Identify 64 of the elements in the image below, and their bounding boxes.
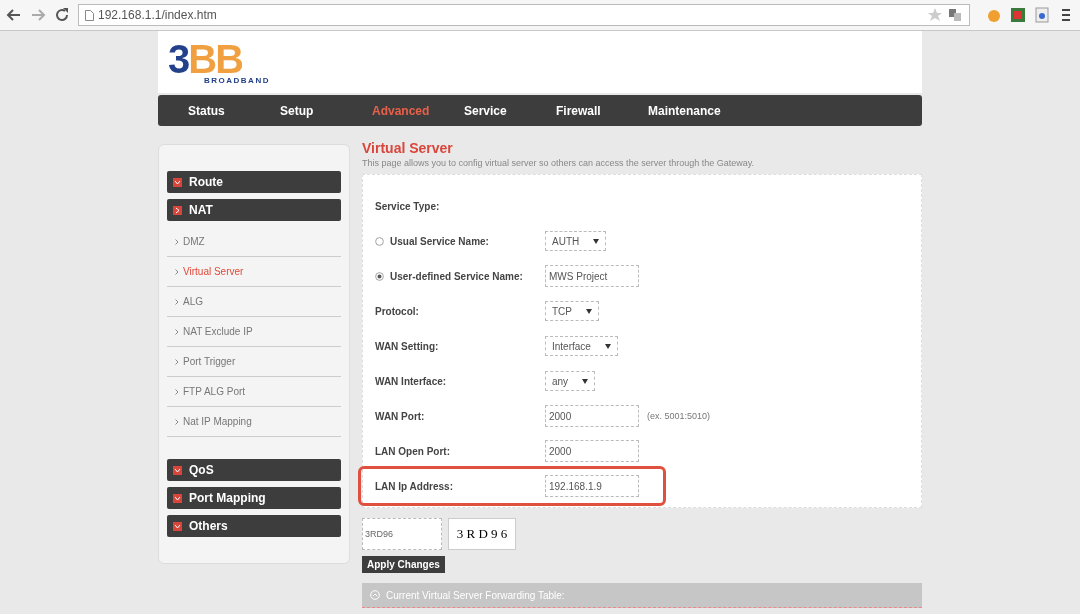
chevron-icon bbox=[175, 359, 179, 365]
chevron-icon bbox=[175, 239, 179, 245]
field-label: WAN Port: bbox=[375, 410, 425, 422]
page-description: This page allows you to config virtual server so others can access the server through the Gateway. bbox=[362, 158, 756, 168]
dropdown[interactable]: TCP bbox=[545, 301, 599, 321]
caret-icon bbox=[593, 238, 600, 244]
nav-tab[interactable]: Service bbox=[464, 103, 556, 118]
nav-tab[interactable]: Setup bbox=[280, 103, 372, 118]
caret-icon bbox=[604, 343, 611, 349]
logo-tagline: BROADBAND bbox=[204, 77, 270, 85]
address-bar[interactable]: 192.168.1.1/index.htm bbox=[78, 4, 970, 26]
radio-button[interactable] bbox=[375, 236, 384, 246]
page-icon bbox=[85, 9, 94, 21]
input-field[interactable]: 2000 bbox=[545, 405, 639, 427]
expand-icon bbox=[370, 590, 380, 600]
sidebar-item[interactable]: Port Trigger bbox=[167, 347, 341, 377]
extension-icon[interactable] bbox=[1034, 7, 1050, 23]
captcha-image: 3 R D 9 6 bbox=[448, 518, 516, 550]
dropdown[interactable]: any bbox=[545, 371, 596, 391]
field-label: Protocol: bbox=[375, 305, 419, 317]
dropdown[interactable]: AUTH bbox=[545, 231, 607, 251]
url-text: 192.168.1.1/index.htm bbox=[98, 8, 217, 22]
sidebar-item[interactable]: NAT Exclude IP bbox=[167, 317, 341, 347]
chevron-icon bbox=[175, 419, 179, 425]
radio-button[interactable] bbox=[375, 271, 384, 281]
field-label: LAN Ip Address: bbox=[375, 480, 453, 492]
input-field[interactable]: MWS Project bbox=[545, 265, 639, 287]
chevron-icon bbox=[175, 269, 179, 275]
dropdown[interactable]: Interface bbox=[545, 336, 618, 356]
reload-icon[interactable] bbox=[54, 7, 70, 23]
sidebar-item[interactable]: DMZ bbox=[167, 227, 341, 257]
sidebar-group[interactable]: Port Mapping bbox=[167, 487, 341, 509]
input-field[interactable]: 192.168.1.9 bbox=[545, 475, 639, 497]
sidebar-group[interactable]: Route bbox=[167, 171, 341, 193]
field-label: User-defined Service Name: bbox=[390, 270, 523, 282]
nav-tab[interactable]: Firewall bbox=[556, 103, 648, 118]
field-hint: (ex. 5001:5010) bbox=[647, 411, 711, 421]
field-label: LAN Open Port: bbox=[375, 445, 450, 457]
page-title: Virtual Server bbox=[362, 140, 454, 156]
chevron-icon bbox=[175, 389, 179, 395]
sidebar-item[interactable]: Nat IP Mapping bbox=[167, 407, 341, 437]
nav-tab[interactable]: Status bbox=[188, 103, 280, 118]
field-label: Usual Service Name: bbox=[390, 235, 489, 247]
sidebar-item[interactable]: ALG bbox=[167, 287, 341, 317]
chevron-icon bbox=[175, 329, 179, 335]
apply-button[interactable]: Apply Changes bbox=[362, 556, 445, 573]
caret-icon bbox=[582, 378, 589, 384]
field-label: WAN Interface: bbox=[375, 375, 447, 387]
extension-icon[interactable] bbox=[1010, 7, 1026, 23]
back-icon[interactable] bbox=[6, 7, 22, 23]
nav-tab[interactable]: Maintenance bbox=[648, 103, 740, 118]
input-field[interactable]: 2000 bbox=[545, 440, 639, 462]
captcha-field[interactable]: 3RD96 bbox=[362, 518, 442, 550]
chevron-icon bbox=[175, 299, 179, 305]
sidebar-item[interactable]: Virtual Server bbox=[167, 257, 341, 287]
translate-icon[interactable] bbox=[947, 7, 963, 23]
caret-icon bbox=[586, 308, 592, 314]
field-label: Service Type: bbox=[375, 200, 440, 212]
sidebar-group[interactable]: NAT bbox=[167, 199, 341, 221]
sidebar-group[interactable]: Others bbox=[167, 515, 341, 537]
field-label: WAN Setting: bbox=[375, 340, 439, 352]
sidebar-group[interactable]: QoS bbox=[167, 459, 341, 481]
sidebar-item[interactable]: FTP ALG Port bbox=[167, 377, 341, 407]
star-icon[interactable] bbox=[927, 7, 943, 23]
